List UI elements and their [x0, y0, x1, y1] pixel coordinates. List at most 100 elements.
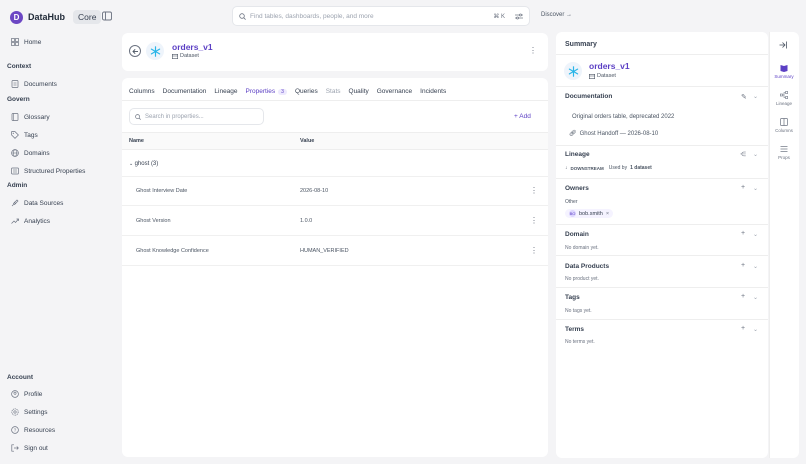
- section-divider: [556, 54, 768, 55]
- sidebar-item-analytics[interactable]: Analytics: [11, 217, 50, 225]
- section-divider: [556, 145, 768, 146]
- globe-icon: [11, 149, 19, 157]
- sidebar-item-domains[interactable]: Domains: [11, 149, 50, 157]
- rail-tab-lineage[interactable]: Lineage: [769, 91, 799, 106]
- sidebar-item-glossary[interactable]: Glossary: [11, 113, 50, 121]
- lineage-graph-icon[interactable]: ⋲: [740, 151, 746, 158]
- datahub-logo-icon: D: [10, 10, 23, 24]
- doc-link[interactable]: 🔗︎ Ghost Handoff — 2026-08-10: [569, 130, 658, 138]
- row-more-icon[interactable]: ⋮: [530, 216, 538, 225]
- domain-empty: No domain yet.: [565, 245, 599, 251]
- column-header-name[interactable]: Name: [129, 138, 144, 144]
- documentation-header: Documentation: [565, 93, 613, 100]
- add-property-button[interactable]: + Add: [514, 113, 531, 120]
- sidebar-item-label: Domains: [24, 149, 50, 157]
- more-options-icon[interactable]: ⋮: [529, 47, 537, 55]
- discover-link[interactable]: Discover →: [541, 12, 572, 18]
- rail-tab-summary[interactable]: Summary: [769, 64, 799, 79]
- table-icon: [589, 73, 595, 79]
- app-logo[interactable]: D DataHub Core: [10, 10, 102, 24]
- book-icon: [11, 113, 19, 121]
- help-circle-icon: ?: [11, 426, 19, 434]
- entity-type-label: Dataset: [180, 53, 199, 59]
- close-icon[interactable]: ×: [606, 211, 609, 217]
- sidebar-item-label: Analytics: [24, 217, 51, 225]
- row-divider: [122, 265, 548, 266]
- chevron-down-icon[interactable]: ⌄: [753, 185, 758, 192]
- sidebar-item-sign-out[interactable]: Sign out: [11, 444, 48, 452]
- chevron-down-icon[interactable]: ⌄: [753, 263, 758, 270]
- user-circle-icon: [11, 390, 19, 398]
- owners-header: Owners: [565, 185, 589, 192]
- sidebar-item-documents[interactable]: Documents: [11, 80, 57, 88]
- sidebar-section-govern: Govern: [7, 96, 30, 103]
- columns-icon: [780, 118, 788, 126]
- sidebar-item-home[interactable]: Home: [11, 38, 41, 46]
- row-more-icon[interactable]: ⋮: [530, 186, 538, 195]
- collapse-panel-icon[interactable]: [779, 41, 787, 49]
- downstream-summary[interactable]: ↓ DOWNSTREAM Used by 1 dataset: [565, 165, 652, 171]
- property-name: Ghost Version: [136, 218, 171, 224]
- rail-tab-props[interactable]: Props: [769, 145, 799, 160]
- sidebar-toggle-icon[interactable]: [102, 11, 112, 21]
- section-divider: [556, 287, 768, 288]
- summary-entity-title[interactable]: orders_v1: [589, 61, 630, 71]
- search-shortcut: ⌘ K: [493, 13, 505, 20]
- plug-icon: [11, 199, 19, 207]
- property-name: Ghost Knowledge Confidence: [136, 248, 209, 254]
- table-icon: [172, 53, 178, 59]
- sidebar-item-label: Sign out: [24, 444, 48, 452]
- tab-label: Properties: [245, 88, 276, 95]
- tab-count-badge: 3: [278, 89, 287, 95]
- filter-sliders-icon[interactable]: [515, 13, 523, 20]
- section-divider: [556, 319, 768, 320]
- add-owner-icon[interactable]: +: [741, 184, 745, 191]
- global-search-input[interactable]: Find tables, dashboards, people, and mor…: [232, 6, 530, 26]
- sidebar-item-label: Data Sources: [24, 199, 64, 207]
- sidebar-item-tags[interactable]: Tags: [11, 131, 38, 139]
- sidebar-item-profile[interactable]: Profile: [11, 390, 42, 398]
- sidebar-item-structured-properties[interactable]: Structured Properties: [11, 167, 85, 175]
- chevron-down-icon[interactable]: ⌄: [753, 326, 758, 333]
- sidebar-item-data-sources[interactable]: Data Sources: [11, 199, 63, 207]
- edit-pencil-icon[interactable]: ✎: [741, 93, 747, 101]
- section-divider: [556, 224, 768, 225]
- entity-title[interactable]: orders_v1: [172, 42, 213, 52]
- sidebar-item-resources[interactable]: ? Resources: [11, 426, 55, 434]
- property-value: 1.0.0: [300, 218, 313, 224]
- chevron-down-icon[interactable]: ⌄: [753, 231, 758, 238]
- owners-subheader: Other: [565, 199, 578, 205]
- back-button[interactable]: [129, 45, 141, 57]
- svg-text:?: ?: [14, 428, 17, 433]
- owner-pill[interactable]: BO bob.smith ×: [565, 209, 614, 218]
- row-more-icon[interactable]: ⋮: [530, 246, 538, 255]
- sidebar-section-context: Context: [7, 63, 32, 70]
- sidebar-item-settings[interactable]: Settings: [11, 408, 48, 416]
- grid-icon: [11, 38, 19, 46]
- search-icon: [239, 12, 246, 20]
- edition-badge: Core: [73, 10, 102, 24]
- domain-header: Domain: [565, 231, 589, 238]
- gear-icon: [11, 408, 19, 416]
- add-term-icon[interactable]: +: [741, 325, 745, 332]
- properties-search-placeholder: Search in properties...: [145, 113, 204, 120]
- row-divider: [122, 176, 548, 177]
- arrow-left-icon: [131, 48, 138, 54]
- chevron-down-icon[interactable]: ⌄: [753, 93, 758, 100]
- search-icon: [135, 113, 141, 120]
- link-icon: 🔗︎: [569, 131, 577, 137]
- sidebar-item-label: Documents: [24, 80, 57, 88]
- properties-search-input[interactable]: Search in properties...: [129, 108, 264, 125]
- add-tag-icon[interactable]: +: [741, 293, 745, 300]
- tag-icon: [11, 131, 19, 139]
- column-header-value[interactable]: Value: [300, 138, 314, 144]
- property-value: 2026-08-10: [300, 188, 329, 194]
- add-domain-icon[interactable]: +: [741, 230, 745, 237]
- property-group-toggle[interactable]: ⌄ ghost (3): [129, 161, 158, 167]
- sidebar-item-label: Structured Properties: [24, 167, 86, 175]
- rail-tab-columns[interactable]: Columns: [769, 118, 799, 133]
- add-product-icon[interactable]: +: [741, 262, 745, 269]
- chevron-down-icon[interactable]: ⌄: [753, 151, 758, 158]
- snowflake-icon: [564, 62, 582, 80]
- chevron-down-icon[interactable]: ⌄: [753, 294, 758, 301]
